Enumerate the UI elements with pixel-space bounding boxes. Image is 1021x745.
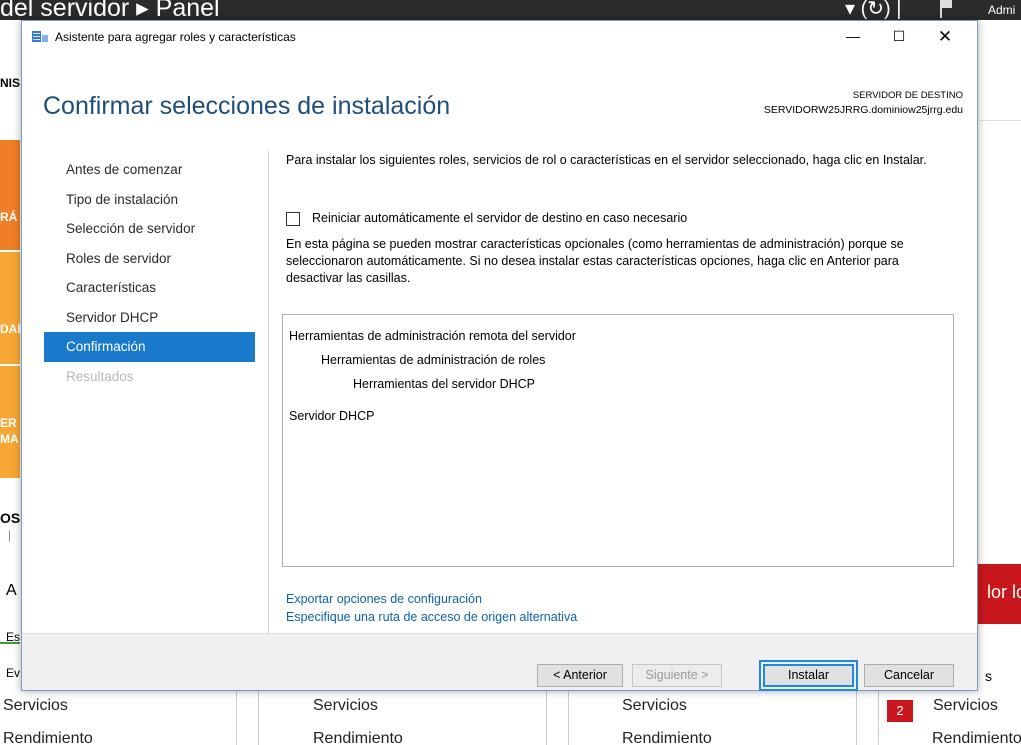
install-button[interactable]: Instalar [759, 660, 858, 691]
destination-server-label: SERVIDOR DE DESTINO [852, 90, 963, 101]
nav-step-server-selection[interactable]: Selección de servidor [44, 214, 255, 244]
list-item: Servidor DHCP [289, 409, 375, 423]
quick-start-tile[interactable] [0, 140, 20, 250]
page-title: Confirmar selecciones de instalación [43, 92, 451, 120]
server-manager-left-panel: NIS RÁ DAD ER MA OS | A Es Ev [0, 20, 20, 745]
minimize-button[interactable]: — [830, 21, 876, 52]
whats-new-tile[interactable] [0, 252, 20, 364]
admin-menu[interactable]: Admi [988, 3, 1015, 17]
wizard-footer: < Anterior Siguiente > Instalar Cancelar [22, 633, 977, 691]
add-roles-wizard-dialog: Asistente para agregar roles y caracterí… [21, 20, 978, 691]
left-fragment: | [8, 528, 12, 542]
right-fragment: s [985, 668, 992, 684]
nav-divider [268, 151, 269, 636]
performance-row[interactable]: Rendimiento [622, 730, 712, 745]
next-button: Siguiente > [632, 664, 722, 687]
dialog-titlebar[interactable]: Asistente para agregar roles y caracterí… [22, 21, 977, 52]
nav-step-installation-type[interactable]: Tipo de instalación [44, 185, 255, 215]
left-fragment: ER [0, 416, 17, 430]
performance-row[interactable]: Rendimiento [3, 730, 93, 745]
divider [980, 120, 1021, 121]
restart-checkbox[interactable] [286, 211, 300, 226]
server-manager-titlebar: del servidor ▸ Panel ▾ (↻) | Admi [0, 0, 1021, 20]
cancel-button[interactable]: Cancelar [864, 664, 954, 687]
services-row[interactable]: Servicios [3, 697, 68, 715]
list-item: Herramientas del servidor DHCP [353, 377, 536, 391]
optional-features-note: En esta página se pueden mostrar caracte… [286, 237, 904, 285]
left-fragment: A [6, 582, 17, 599]
divider [856, 690, 857, 745]
alert-count-badge: 2 [887, 700, 913, 722]
server-wizard-icon [32, 31, 48, 42]
services-row[interactable]: Servicios [933, 697, 998, 715]
left-fragment: NIS [0, 76, 20, 90]
list-item: Herramientas de administración remota de… [289, 329, 576, 343]
services-row[interactable]: Servicios [622, 697, 687, 715]
performance-row[interactable]: Rendimiento [313, 730, 403, 745]
wizard-header: Confirmar selecciones de instalación SER… [22, 52, 977, 147]
nav-step-results: Resultados [66, 368, 134, 384]
nav-step-before-you-begin[interactable]: Antes de comenzar [44, 155, 255, 185]
performance-row[interactable]: Rendimiento [932, 730, 1021, 745]
left-fragment: Ev [6, 666, 20, 680]
server-manager-breadcrumb: del servidor ▸ Panel [0, 0, 220, 20]
divider [878, 690, 879, 745]
divider [546, 690, 547, 745]
nav-step-dhcp-server[interactable]: Servidor DHCP [44, 303, 255, 333]
selections-list[interactable]: Herramientas de administración remota de… [282, 314, 954, 567]
previous-button[interactable]: < Anterior [537, 664, 623, 687]
export-config-link[interactable]: Exportar opciones de configuración [286, 591, 482, 608]
intro-text: Para instalar los siguientes roles, serv… [286, 153, 927, 167]
role-tile-header[interactable]: lor lo [975, 564, 1021, 624]
divider [568, 690, 569, 745]
nav-step-server-roles[interactable]: Roles de servidor [44, 244, 255, 274]
destination-server-name: SERVIDORW25JRRG.dominiow25jrrg.edu [763, 104, 963, 116]
divider [236, 690, 237, 745]
services-row[interactable]: Servicios [313, 697, 378, 715]
restart-option[interactable]: Reiniciar automáticamente el servidor de… [286, 210, 687, 227]
divider [258, 690, 259, 745]
left-fragment: DAD [0, 322, 20, 336]
maximize-button[interactable]: ☐ [876, 21, 922, 52]
nav-step-confirmation[interactable]: Confirmación [44, 332, 255, 362]
flag-icon[interactable] [940, 0, 952, 18]
left-fragment: MA [0, 432, 19, 446]
restart-checkbox-label[interactable]: Reiniciar automáticamente el servidor de… [312, 210, 687, 227]
wizard-steps-nav: Antes de comenzar Tipo de instalación Se… [44, 155, 255, 391]
dialog-title: Asistente para agregar roles y caracterí… [55, 30, 296, 44]
server-manager-right-panel [980, 20, 1021, 745]
status-line [0, 642, 20, 644]
alternate-source-link[interactable]: Especifique una ruta de acceso de origen… [286, 609, 577, 626]
refresh-icon[interactable]: ▾ (↻) | [845, 0, 901, 20]
nav-step-features[interactable]: Características [44, 273, 255, 303]
left-fragment: RÁ [0, 210, 18, 224]
left-fragment: OS [0, 510, 20, 526]
close-button[interactable]: ✕ [922, 21, 968, 52]
list-item: Herramientas de administración de roles [321, 353, 546, 367]
